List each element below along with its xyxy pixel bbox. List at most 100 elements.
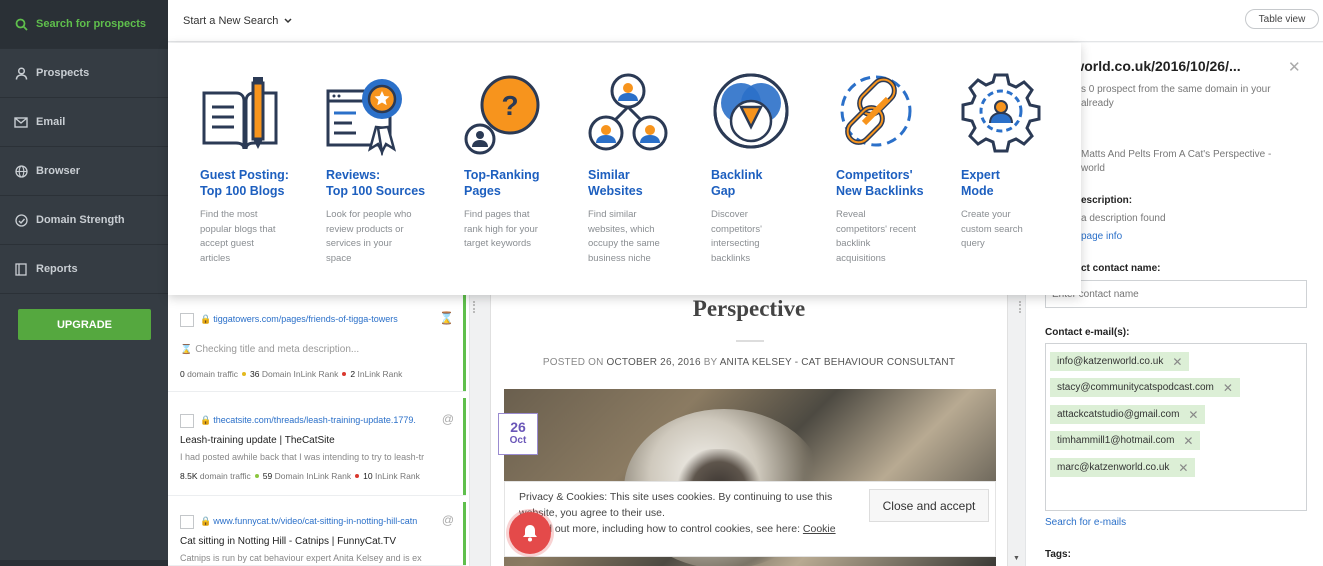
inlink-value: 59 (262, 471, 273, 481)
open-book-pencil-icon (200, 71, 290, 161)
card-desc-line: acquisitions (836, 252, 886, 264)
card-title: Reviews: Top 100 Sources (326, 167, 450, 199)
notification-bell-icon[interactable] (509, 512, 551, 554)
description-label: escription: (1081, 195, 1133, 206)
card-desc-line: intersecting (711, 238, 760, 249)
sidebar-item-label: Domain Strength (36, 214, 125, 226)
tags-label: Tags: (1045, 549, 1071, 560)
sidebar-item-email[interactable]: Email (0, 98, 168, 147)
search-option-top-ranking-pages[interactable]: ? Top-Ranking Pages Find pages that rank h… (464, 43, 588, 295)
search-option-backlink-gap[interactable]: Backlink Gap Discover competitors' intersec… (711, 43, 835, 295)
scroll-down-arrow-icon[interactable]: ▼ (1013, 555, 1020, 562)
card-description: Create your custom search query (961, 208, 1076, 252)
cookie-line-1: Privacy & Cookies: This site uses cookie… (519, 491, 833, 503)
traffic-value: 0 (180, 369, 185, 379)
remove-tag-icon[interactable]: ✕ (1178, 461, 1188, 475)
dot-yellow (241, 372, 246, 376)
search-option-expert-mode[interactable]: Expert Mode Create your custom search query (961, 43, 1085, 295)
card-title: Top-Ranking Pages (464, 167, 588, 199)
reports-icon (14, 262, 28, 276)
email-tag[interactable]: marc@katzenworld.co.uk ✕ (1050, 458, 1196, 477)
checkbox[interactable] (180, 313, 194, 327)
email-tag-text: stacy@communitycatspodcast.com (1057, 382, 1214, 393)
dot-red (342, 372, 347, 376)
sidebar-item-reports[interactable]: Reports (0, 245, 168, 294)
list-item[interactable]: 🔒 thecatsite.com/threads/leash-training-u… (168, 398, 466, 496)
card-desc-line: competitors' recent (836, 223, 916, 235)
search-option-similar-websites[interactable]: Similar Websites Find similar websites, wh… (588, 43, 712, 295)
card-title-line-1: Guest Posting: (200, 168, 289, 182)
email-tag[interactable]: timhammill1@hotmail.com ✕ (1050, 431, 1201, 450)
prospect-url[interactable]: 🔒 thecatsite.com/threads/leash-training-u… (200, 415, 420, 426)
email-tag-text: timhammill1@hotmail.com (1057, 435, 1175, 446)
search-option-guest-posting[interactable]: Guest Posting: Top 100 Blogs Find the mos… (200, 43, 324, 295)
prospect-description: I had posted awhile back that I was inte… (180, 452, 425, 462)
page-info-link[interactable]: page info (1081, 231, 1122, 242)
at-icon[interactable]: @ (442, 412, 454, 426)
card-description: Find similar websites, which occupy the sa… (588, 208, 703, 266)
sidebar-item-domain-strength[interactable]: Domain Strength (0, 196, 168, 245)
card-desc-line: review products or (326, 223, 404, 235)
page-inlink-value: 2 (350, 369, 356, 379)
search-for-emails-link[interactable]: Search for e-mails (1045, 517, 1126, 528)
contact-name-label: ct contact name: (1081, 263, 1161, 274)
remove-tag-icon[interactable]: ✕ (1223, 381, 1233, 395)
prospect-url[interactable]: 🔒 www.funnycat.tv/video/cat-sitting-in-no… (200, 516, 420, 527)
traffic-label: domain traffic (199, 471, 251, 481)
email-tag[interactable]: attackcatstudio@gmail.com ✕ (1050, 405, 1206, 424)
list-item[interactable]: 🔒 tiggatowers.com/pages/friends-of-tigga-… (168, 295, 466, 392)
cookie-policy-link[interactable]: Cookie (803, 523, 836, 535)
card-title-line-1: Top-Ranking (464, 168, 540, 182)
card-title-line-1: Competitors' (836, 168, 913, 182)
card-description: Look for people who review products or ser… (326, 208, 441, 266)
card-title-line-2: Pages (464, 184, 501, 198)
checkbox[interactable] (180, 515, 194, 529)
close-and-accept-button[interactable]: Close and accept (869, 489, 989, 522)
checkbox[interactable] (180, 414, 194, 428)
close-icon[interactable]: ✕ (1288, 58, 1301, 76)
card-desc-line: Look for people who (326, 209, 412, 220)
email-tag[interactable]: info@katzenworld.co.uk ✕ (1050, 352, 1190, 371)
list-item[interactable]: 🔒 www.funnycat.tv/video/cat-sitting-in-no… (168, 502, 466, 566)
dot-red (355, 474, 360, 478)
at-icon[interactable]: @ (442, 513, 454, 527)
card-desc-line: competitors' (711, 223, 762, 235)
card-desc-line: Reveal (836, 209, 866, 220)
remove-tag-icon[interactable]: ✕ (1188, 408, 1198, 422)
new-search-dropdown[interactable]: Start a New Search (183, 15, 292, 27)
email-tag-text: attackcatstudio@gmail.com (1057, 409, 1180, 420)
metrics: 8.5K domain traffic 59 Domain InLink Rank… (180, 471, 456, 481)
card-desc-line: backlink (836, 238, 871, 249)
date-day: 26 (510, 419, 526, 435)
sidebar-item-prospects[interactable]: Prospects (0, 49, 168, 98)
prospect-title: Cat sitting in Notting Hill - Catnips | … (180, 536, 397, 547)
sidebar-item-label: Prospects (36, 67, 90, 79)
posted-author[interactable]: ANITA KELSEY - CAT BEHAVIOUR CONSULTANT (720, 357, 955, 368)
remove-tag-icon[interactable]: ✕ (1172, 355, 1182, 369)
search-option-competitors-new-backlinks[interactable]: Competitors' New Backlinks Reveal competit… (836, 43, 960, 295)
search-option-reviews[interactable]: Reviews: Top 100 Sources Look for people … (326, 43, 450, 295)
upgrade-button[interactable]: UPGRADE (18, 309, 151, 340)
description-value: a description found (1081, 213, 1166, 224)
table-view-button[interactable]: Table view (1245, 9, 1319, 29)
card-title: Backlink Gap (711, 167, 835, 199)
card-title-line-2: Gap (711, 184, 736, 198)
sidebar-item-label: Browser (36, 165, 81, 177)
sidebar-item-browser[interactable]: Browser (0, 147, 168, 196)
chain-link-icon (836, 71, 926, 161)
posted-date[interactable]: OCTOBER 26, 2016 (607, 357, 701, 368)
selection-indicator (463, 502, 466, 565)
sidebar-item-label: Reports (36, 263, 78, 275)
inlink-value: 36 (249, 369, 260, 379)
selection-indicator (463, 295, 466, 391)
card-title-line-1: Expert (961, 168, 1000, 182)
card-description: Find the most popular blogs that accept gu… (200, 208, 315, 266)
card-title: Expert Mode (961, 167, 1085, 199)
sidebar-item-search-for-prospects[interactable]: Search for prospects (0, 0, 168, 49)
prospect-title: Leash-training update | TheCatSite (180, 435, 335, 446)
email-tag[interactable]: stacy@communitycatspodcast.com ✕ (1050, 378, 1240, 397)
prospect-url[interactable]: 🔒 tiggatowers.com/pages/friends-of-tigga-… (200, 314, 420, 325)
status-text: ⌛ Checking title and meta description... (180, 344, 360, 355)
remove-tag-icon[interactable]: ✕ (1183, 434, 1193, 448)
page-inlink-label: InLink Rank (374, 471, 420, 481)
